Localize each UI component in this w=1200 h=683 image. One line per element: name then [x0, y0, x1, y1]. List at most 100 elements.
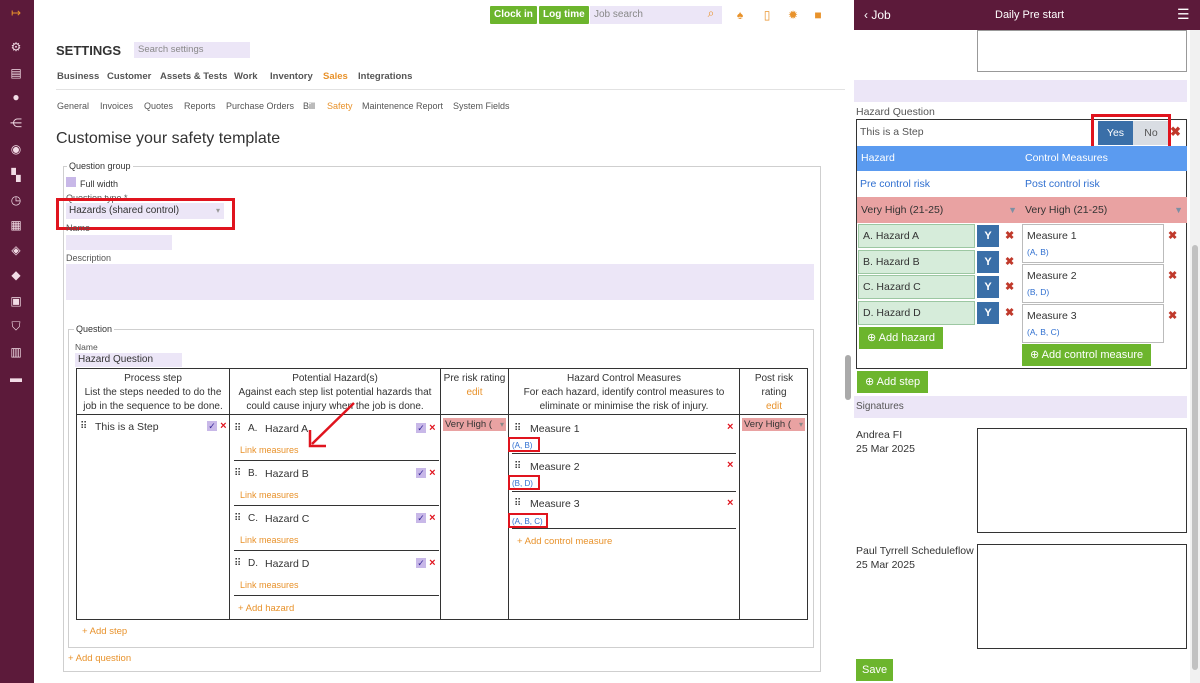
step-check[interactable]: ✓ ×: [207, 420, 227, 432]
add-control-measure-link[interactable]: + Add control measure: [517, 536, 612, 547]
document-icon[interactable]: ▤: [9, 66, 23, 80]
signature-pad[interactable]: [977, 428, 1187, 533]
post-risk-select[interactable]: Very High (▾: [742, 418, 805, 431]
delete-icon[interactable]: ✖: [1168, 309, 1177, 322]
box-icon[interactable]: ◈: [9, 243, 23, 257]
drag-handle-icon[interactable]: ⠿: [234, 423, 241, 434]
delete-icon[interactable]: ✖: [1170, 124, 1181, 140]
measure-name[interactable]: Measure 3: [530, 498, 580, 510]
nav-assets-tests[interactable]: Assets & Tests: [160, 71, 227, 82]
hazard-field[interactable]: D. Hazard D: [858, 301, 975, 325]
clock-icon[interactable]: ◷: [9, 193, 23, 207]
splitter-handle[interactable]: [845, 355, 851, 400]
measure-name[interactable]: Measure 2: [530, 461, 580, 473]
question-name-input[interactable]: Hazard Question: [75, 353, 182, 367]
hazard-check[interactable]: ✓ ×: [416, 467, 436, 479]
y-button[interactable]: Y: [977, 276, 999, 298]
hazard-name[interactable]: Hazard B: [265, 468, 309, 480]
workflow-icon[interactable]: ⋲: [9, 116, 23, 130]
hazard-check[interactable]: ✓ ×: [416, 512, 436, 524]
measure-name[interactable]: Measure 1: [530, 423, 580, 435]
gear-icon[interactable]: ✹: [787, 8, 799, 22]
signature-pad[interactable]: [977, 544, 1187, 649]
link-measures-link[interactable]: Link measures: [240, 580, 299, 590]
hazard-field[interactable]: A. Hazard A: [858, 224, 975, 248]
add-hazard-link[interactable]: + Add hazard: [238, 603, 294, 614]
add-question-link[interactable]: + Add question: [68, 653, 131, 664]
delete-icon[interactable]: ×: [429, 422, 435, 434]
measure-field[interactable]: Measure 1 (A, B): [1022, 224, 1164, 263]
drag-handle-icon[interactable]: ⠿: [234, 513, 241, 524]
nav-inventory[interactable]: Inventory: [270, 71, 313, 82]
delete-icon[interactable]: ✖: [1005, 306, 1014, 319]
subnav-system-fields[interactable]: System Fields: [453, 101, 510, 111]
back-button[interactable]: ‹ Job: [864, 8, 891, 22]
drag-handle-icon[interactable]: ⠿: [234, 468, 241, 479]
shield-icon[interactable]: ⛉: [9, 319, 23, 333]
full-width-checkbox[interactable]: [66, 177, 76, 187]
notes-icon[interactable]: ■: [812, 8, 824, 22]
subnav-purchase-orders[interactable]: Purchase Orders: [226, 101, 294, 111]
user-icon[interactable]: ●: [9, 90, 23, 104]
drag-handle-icon[interactable]: ⠿: [80, 421, 87, 432]
delete-icon[interactable]: ×: [429, 557, 435, 569]
delete-icon[interactable]: ✖: [1168, 229, 1177, 242]
drag-handle-icon[interactable]: ⠿: [234, 558, 241, 569]
message-icon[interactable]: ▬: [9, 371, 23, 385]
settings-search-input[interactable]: Search settings: [134, 42, 250, 58]
subnav-general[interactable]: General: [57, 101, 89, 111]
hazard-field[interactable]: B. Hazard B: [858, 250, 975, 274]
add-step-link[interactable]: + Add step: [82, 626, 127, 637]
menu-icon[interactable]: ☰: [1177, 6, 1190, 23]
log-time-button[interactable]: Log time: [539, 6, 589, 24]
name-input[interactable]: [66, 235, 172, 250]
y-button[interactable]: Y: [977, 251, 999, 273]
description-input[interactable]: [66, 264, 814, 300]
add-step-button[interactable]: ⊕ Add step: [857, 371, 929, 393]
step-text[interactable]: This is a Step: [95, 421, 159, 433]
hazard-name[interactable]: Hazard D: [265, 558, 309, 570]
measure-field[interactable]: Measure 3 (A, B, C): [1022, 304, 1164, 343]
link-measures-link[interactable]: Link measures: [240, 535, 299, 545]
subnav-safety[interactable]: Safety: [327, 101, 353, 111]
pre-risk-select[interactable]: Very High (21-25) ▼: [857, 197, 1021, 223]
y-button[interactable]: Y: [977, 225, 999, 247]
post-risk-edit-link[interactable]: edit: [742, 400, 806, 414]
expand-sidebar-icon[interactable]: ↦: [9, 6, 23, 20]
clock-in-button[interactable]: Clock in: [490, 6, 537, 24]
nav-integrations[interactable]: Integrations: [358, 71, 412, 82]
add-control-measure-button[interactable]: ⊕ Add control measure: [1022, 344, 1152, 366]
delete-icon[interactable]: ✖: [1005, 255, 1014, 268]
invoice-icon[interactable]: ▦: [9, 218, 23, 232]
book-icon[interactable]: ▥: [9, 345, 23, 359]
location-icon[interactable]: ◉: [9, 142, 23, 156]
measure-links[interactable]: (A, B): [1027, 247, 1159, 257]
subnav-invoices[interactable]: Invoices: [100, 101, 133, 111]
measure-field[interactable]: Measure 2 (B, D): [1022, 264, 1164, 303]
prev-textarea[interactable]: [977, 30, 1187, 72]
nav-customer[interactable]: Customer: [107, 71, 151, 82]
drag-handle-icon[interactable]: ⠿: [514, 498, 521, 509]
scan-icon[interactable]: ▣: [9, 294, 23, 308]
measure-links[interactable]: (B, D): [1027, 287, 1159, 297]
tag-icon[interactable]: ◆: [9, 268, 23, 282]
mobile-icon[interactable]: ▯: [761, 8, 773, 22]
delete-icon[interactable]: ×: [429, 512, 435, 524]
nav-sales[interactable]: Sales: [323, 71, 348, 82]
delete-icon[interactable]: ×: [429, 467, 435, 479]
delete-icon[interactable]: ×: [220, 420, 226, 432]
save-button[interactable]: Save: [856, 659, 894, 681]
nav-business[interactable]: Business: [57, 71, 99, 82]
delete-icon[interactable]: ×: [727, 459, 733, 471]
y-button[interactable]: Y: [977, 302, 999, 324]
subnav-quotes[interactable]: Quotes: [144, 101, 173, 111]
delete-icon[interactable]: ✖: [1005, 280, 1014, 293]
assets-icon[interactable]: ▚: [9, 168, 23, 182]
jobs-icon[interactable]: ⚙: [9, 40, 23, 54]
bell-icon[interactable]: ♠: [734, 8, 746, 22]
subnav-reports[interactable]: Reports: [184, 101, 216, 111]
nav-work[interactable]: Work: [234, 71, 258, 82]
hazard-check[interactable]: ✓ ×: [416, 557, 436, 569]
scrollbar-thumb[interactable]: [1192, 245, 1198, 670]
hazard-check[interactable]: ✓ ×: [416, 422, 436, 434]
